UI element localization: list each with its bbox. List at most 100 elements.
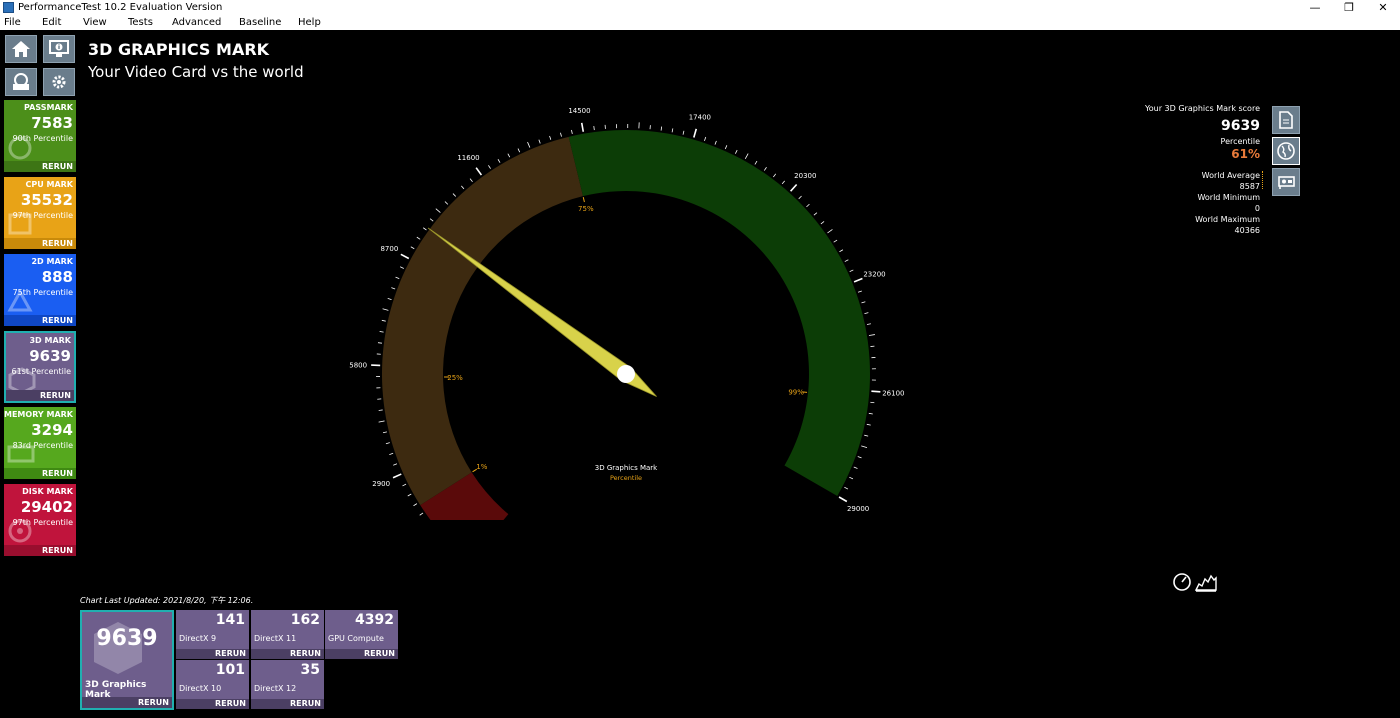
3d-graphics-mark-tile[interactable]: 9639 3D Graphics Mark RERUN [80, 610, 174, 710]
gauge-tick-label: 20300 [794, 172, 816, 180]
gauge-minor-tick [407, 493, 412, 497]
tile-percentile: 75th Percentile [12, 288, 73, 297]
rerun-button[interactable]: RERUN [4, 238, 76, 249]
gauge-major-tick [838, 496, 848, 503]
gauge-minor-tick [849, 269, 854, 272]
speedometer-icon [1173, 573, 1191, 591]
rerun-button[interactable]: RERUN [82, 697, 172, 708]
directx11-tile[interactable]: 162 DirectX 11 RERUN [251, 610, 324, 659]
settings-button[interactable] [43, 68, 75, 96]
gpu-compute-tile[interactable]: 4392 GPU Compute RERUN [325, 610, 398, 659]
home-button[interactable] [5, 35, 37, 63]
menu-view[interactable]: View [83, 16, 107, 29]
gauge-minor-tick [849, 476, 854, 480]
gauge-minor-tick [868, 412, 873, 415]
tile-name: DirectX 11 [254, 634, 297, 643]
histogram-view-button[interactable] [1194, 572, 1217, 596]
gauge-minor-tick [413, 503, 418, 507]
gauge-minor-tick [798, 195, 802, 200]
tile-value: 29402 [20, 498, 73, 516]
tile-value: 9639 [96, 626, 158, 651]
directx9-tile[interactable]: 141 DirectX 9 RERUN [176, 610, 249, 659]
gauge-minor-tick [571, 129, 573, 135]
menu-help[interactable]: Help [298, 16, 321, 29]
gauge-minor-tick [833, 239, 838, 243]
rerun-button[interactable]: RERUN [6, 390, 74, 401]
gauge-minor-tick [538, 139, 541, 144]
menu-bar: File Edit View Tests Advanced Baseline H… [0, 16, 1400, 30]
gauge-minor-tick [435, 208, 441, 213]
gauge-minor-tick [868, 334, 875, 336]
gauge-minor-tick [507, 153, 511, 158]
chart-last-updated: Chart Last Updated: 2021/8/20, 下午 12:06. [80, 596, 254, 605]
gauge-minor-tick [864, 434, 869, 437]
rerun-button[interactable]: RERUN [4, 161, 76, 172]
gauge-minor-tick [416, 236, 421, 240]
rerun-button[interactable]: RERUN [176, 649, 249, 659]
rerun-button[interactable]: RERUN [4, 315, 76, 326]
percentile-label: 99% [788, 388, 804, 396]
menu-baseline[interactable]: Baseline [239, 16, 281, 29]
gauge-minor-tick [704, 136, 707, 141]
gauge-minor-tick [844, 486, 849, 490]
restore-button[interactable]: ❐ [1332, 0, 1366, 16]
monitor-info-icon [49, 40, 69, 57]
rerun-button[interactable]: RERUN [325, 649, 398, 659]
score-value: 9639 [1221, 118, 1260, 134]
gauge-minor-tick [387, 298, 392, 300]
disk-cloud-icon [13, 73, 29, 90]
gauge-minor-tick [773, 173, 777, 178]
gauge-minor-tick [857, 456, 862, 459]
document-icon [1279, 111, 1293, 129]
gear-icon [52, 75, 66, 89]
gauge-tick-label: 14500 [568, 107, 590, 115]
gauge-minor-tick [497, 159, 501, 163]
world-compare-button[interactable] [1272, 137, 1300, 165]
disk-mark-tile[interactable]: DISK MARK 29402 97th Percentile RERUN [4, 484, 76, 556]
gauge-minor-tick [682, 130, 685, 135]
tile-value: 888 [41, 268, 73, 286]
menu-edit[interactable]: Edit [42, 16, 61, 29]
gauge-minor-tick [429, 218, 434, 222]
gauge-minor-tick [469, 178, 473, 182]
close-button[interactable]: ✕ [1366, 0, 1400, 16]
rerun-button[interactable]: RERUN [176, 699, 249, 709]
gauge-tick-label: 17400 [689, 113, 711, 121]
system-info-button[interactable] [43, 35, 75, 63]
gauge-tick-label: 8700 [380, 245, 398, 253]
gauge-tick-label: 11600 [457, 154, 479, 162]
gauge-minor-tick [377, 342, 382, 344]
gauge-minor-tick [671, 128, 674, 133]
passmark-tile[interactable]: PASSMARK 7583 90th Percentile RERUN [4, 100, 76, 172]
gauge-minor-tick [423, 227, 427, 231]
memory-mark-tile[interactable]: MEMORY MARK 3294 83rd Percentile RERUN [4, 407, 76, 479]
menu-file[interactable]: File [4, 16, 21, 29]
menu-advanced[interactable]: Advanced [172, 16, 221, 29]
cpu-mark-tile[interactable]: CPU MARK 35532 97th Percentile RERUN [4, 177, 76, 249]
gauge-band-high [568, 130, 870, 496]
rerun-button[interactable]: RERUN [4, 545, 76, 556]
rerun-button[interactable]: RERUN [251, 699, 324, 709]
save-report-button[interactable] [1272, 106, 1300, 134]
gauge-tick-label: 29000 [847, 505, 869, 513]
tile-value: 3294 [31, 421, 73, 439]
rerun-button[interactable]: RERUN [251, 649, 324, 659]
tile-name: DirectX 9 [179, 634, 217, 643]
tile-value: 7583 [31, 114, 73, 132]
gauge-minor-tick [385, 442, 390, 445]
directx10-tile[interactable]: 101 DirectX 10 RERUN [176, 660, 249, 709]
graphics-card-button[interactable] [1272, 168, 1300, 196]
title-bar: PerformanceTest 10.2 Evaluation Version … [0, 0, 1400, 16]
3d-mark-tile[interactable]: 3D MARK 9639 61st Percentile RERUN [4, 331, 76, 403]
gauge-minor-tick [393, 463, 398, 466]
percentile-value: 61% [1231, 147, 1260, 161]
rerun-button[interactable]: RERUN [4, 468, 76, 479]
gauge-minor-tick [382, 308, 389, 311]
menu-tests[interactable]: Tests [128, 16, 153, 29]
gauge-view-button[interactable] [1172, 572, 1192, 596]
2d-mark-tile[interactable]: 2D MARK 888 75th Percentile RERUN [4, 254, 76, 326]
directx12-tile[interactable]: 35 DirectX 12 RERUN [251, 660, 324, 709]
test-management-button[interactable] [5, 68, 37, 96]
minimize-button[interactable]: — [1298, 0, 1332, 16]
world-average-value: 8587 [1239, 182, 1260, 191]
